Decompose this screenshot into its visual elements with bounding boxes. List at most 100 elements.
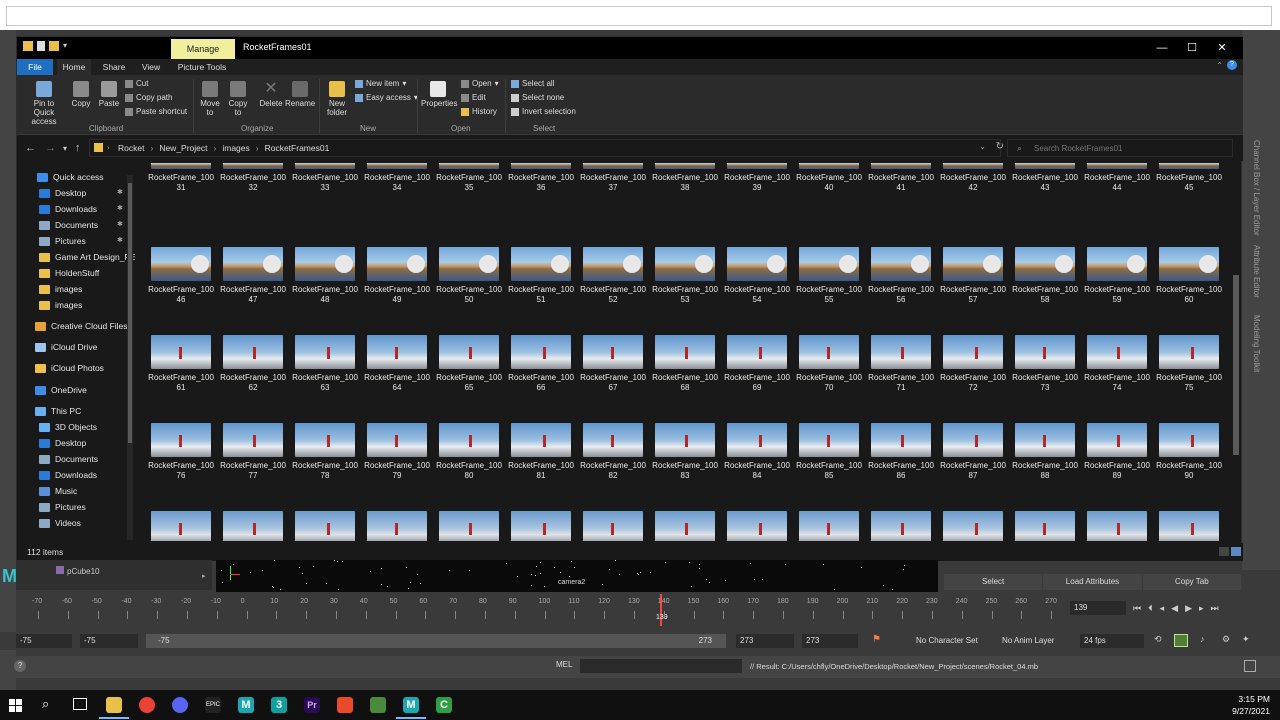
file-thumbnail[interactable]: RocketFrame_100 90 <box>1155 423 1223 481</box>
sound-icon[interactable]: ♪ <box>1200 634 1205 644</box>
nav-item[interactable]: iCloud Drive <box>35 339 97 355</box>
easy-access-button[interactable]: Easy access ▾ <box>355 93 418 102</box>
mel-label[interactable]: MEL <box>556 660 572 669</box>
new-item-button[interactable]: New item ▾ <box>355 79 406 88</box>
file-thumbnail[interactable]: RocketFrame_100 80 <box>435 423 503 481</box>
maya-viewport[interactable]: camera2 <box>216 560 938 592</box>
content-scrollbar[interactable] <box>1231 163 1241 541</box>
file-explorer-taskbar-icon[interactable] <box>106 697 122 713</box>
file-thumbnail[interactable]: RocketFrame_100 35 <box>435 163 503 193</box>
system-clock[interactable]: 3:15 PM 9/27/2021 <box>1232 693 1270 717</box>
maximize-icon[interactable]: ☐ <box>1177 39 1207 57</box>
tab-view[interactable]: View <box>137 59 165 75</box>
file-thumbnail[interactable]: RocketFrame_100 73 <box>1011 335 1079 393</box>
task-view-icon[interactable] <box>73 698 87 710</box>
cache-icon[interactable] <box>1174 634 1188 647</box>
file-thumbnail[interactable]: RocketFrame_100 <box>723 511 791 541</box>
invert-selection-button[interactable]: Invert selection <box>511 107 576 116</box>
back-icon[interactable]: ← <box>25 142 36 154</box>
file-thumbnail[interactable]: RocketFrame_100 52 <box>579 247 647 305</box>
nav-item[interactable]: Videos <box>39 515 81 531</box>
edit-button[interactable]: Edit <box>461 93 486 102</box>
file-thumbnail[interactable]: RocketFrame_100 87 <box>939 423 1007 481</box>
file-thumbnail[interactable]: RocketFrame_100 48 <box>291 247 359 305</box>
copy-to-button[interactable]: Copy to <box>225 81 251 117</box>
file-thumbnail[interactable]: RocketFrame_100 77 <box>219 423 287 481</box>
tab-home[interactable]: Home <box>57 59 91 75</box>
step-back-key-icon[interactable]: ⏴ <box>1148 603 1153 614</box>
script-editor-icon[interactable] <box>1244 660 1256 672</box>
pin-icon[interactable]: ✱ <box>117 236 123 244</box>
new-folder-icon[interactable] <box>49 41 59 51</box>
nav-item[interactable]: 3D Objects <box>39 419 97 435</box>
file-thumbnail[interactable]: RocketFrame_100 33 <box>291 163 359 193</box>
up-icon[interactable]: ↑ <box>75 142 81 154</box>
select-none-button[interactable]: Select none <box>511 93 564 102</box>
nav-item[interactable]: Downloads <box>39 201 97 217</box>
file-thumbnail[interactable]: RocketFrame_100 69 <box>723 335 791 393</box>
paste-shortcut-button[interactable]: Paste shortcut <box>125 107 187 116</box>
nav-item[interactable]: Creative Cloud Files <box>35 318 128 334</box>
file-thumbnail[interactable]: RocketFrame_100 45 <box>1155 163 1223 193</box>
file-thumbnail[interactable]: RocketFrame_100 <box>579 511 647 541</box>
breadcrumb-new-project[interactable]: New_Project <box>159 143 207 153</box>
pin-quick-access-button[interactable]: Pin to Quick access <box>23 81 65 126</box>
nav-scrollbar[interactable] <box>127 175 133 540</box>
auto-key-icon[interactable]: ⚑ <box>872 634 881 645</box>
copy-path-button[interactable]: Copy path <box>125 93 172 102</box>
file-thumbnail[interactable]: RocketFrame_100 <box>363 511 431 541</box>
file-thumbnail[interactable]: RocketFrame_100 88 <box>1011 423 1079 481</box>
manage-context-tab[interactable]: Manage <box>171 39 235 59</box>
file-thumbnail[interactable]: RocketFrame_100 32 <box>219 163 287 193</box>
premiere-taskbar-icon[interactable]: Pr <box>304 697 320 713</box>
maya-taskbar-icon[interactable]: M <box>238 697 254 713</box>
file-thumbnail[interactable]: RocketFrame_100 86 <box>867 423 935 481</box>
end-time-field[interactable]: 273 <box>802 634 858 648</box>
file-thumbnail[interactable]: RocketFrame_100 39 <box>723 163 791 193</box>
select-button[interactable]: Select <box>944 574 1044 590</box>
tab-file[interactable]: File <box>17 59 53 75</box>
tab-picture-tools[interactable]: Picture Tools <box>173 59 231 75</box>
file-thumbnail[interactable]: RocketFrame_100 49 <box>363 247 431 305</box>
app2-taskbar-icon[interactable] <box>370 697 386 713</box>
go-to-start-icon[interactable]: ⏮ <box>1133 603 1141 614</box>
playback-start-field[interactable]: -75 <box>80 634 138 648</box>
nav-item[interactable]: HoldenStuff <box>39 265 99 281</box>
file-thumbnail[interactable]: RocketFrame_100 <box>291 511 359 541</box>
file-thumbnail[interactable]: RocketFrame_100 <box>147 511 215 541</box>
character-set-menu[interactable]: No Character Set <box>912 634 990 648</box>
nav-item[interactable]: iCloud Photos <box>35 360 104 376</box>
nav-item[interactable]: Pictures <box>39 233 86 249</box>
file-thumbnail[interactable]: RocketFrame_100 46 <box>147 247 215 305</box>
loop-icon[interactable]: ⟲ <box>1154 634 1162 645</box>
ribbon-collapse-icon[interactable]: ⌃ <box>1216 61 1223 70</box>
nav-item[interactable]: images <box>39 297 82 313</box>
file-thumbnail[interactable]: RocketFrame_100 36 <box>507 163 575 193</box>
file-thumbnail[interactable]: RocketFrame_100 68 <box>651 335 719 393</box>
file-thumbnail[interactable]: RocketFrame_100 61 <box>147 335 215 393</box>
file-thumbnail[interactable]: RocketFrame_100 78 <box>291 423 359 481</box>
file-thumbnail[interactable]: RocketFrame_100 76 <box>147 423 215 481</box>
breadcrumb-rocketframes01[interactable]: RocketFrames01 <box>265 143 330 153</box>
file-thumbnail[interactable]: RocketFrame_100 38 <box>651 163 719 193</box>
file-thumbnail[interactable]: RocketFrame_100 62 <box>219 335 287 393</box>
refresh-icon[interactable]: ↻ <box>996 141 1004 152</box>
file-thumbnail[interactable]: RocketFrame_101 <box>795 511 863 541</box>
file-thumbnail[interactable]: RocketFrame_100 47 <box>219 247 287 305</box>
nav-item[interactable]: Desktop <box>39 185 86 201</box>
details-view-icon[interactable] <box>1219 547 1229 556</box>
file-thumbnail[interactable]: RocketFrame_100 41 <box>867 163 935 193</box>
address-field[interactable]: › Rocket › New_Project › images › RocketFra… <box>89 139 1004 157</box>
close-icon[interactable]: ✕ <box>1207 39 1237 57</box>
file-thumbnail[interactable]: RocketFrame_101 <box>1083 511 1151 541</box>
properties-icon[interactable] <box>37 41 45 51</box>
pin-icon[interactable]: ✱ <box>117 204 123 212</box>
file-thumbnail[interactable]: RocketFrame_100 72 <box>939 335 1007 393</box>
large-icons-view-icon[interactable] <box>1231 547 1241 556</box>
time-slider[interactable]: 139 -70 -60 -50 -40 -30 -20 -10 0 10 20 30 40 50 60 70… <box>16 594 1066 626</box>
file-thumbnail[interactable]: RocketFrame_100 65 <box>435 335 503 393</box>
file-thumbnail[interactable]: RocketFrame_100 74 <box>1083 335 1151 393</box>
file-thumbnail[interactable]: RocketFrame_100 <box>507 511 575 541</box>
file-thumbnail[interactable]: RocketFrame_100 85 <box>795 423 863 481</box>
nav-item[interactable]: Music <box>39 483 77 499</box>
